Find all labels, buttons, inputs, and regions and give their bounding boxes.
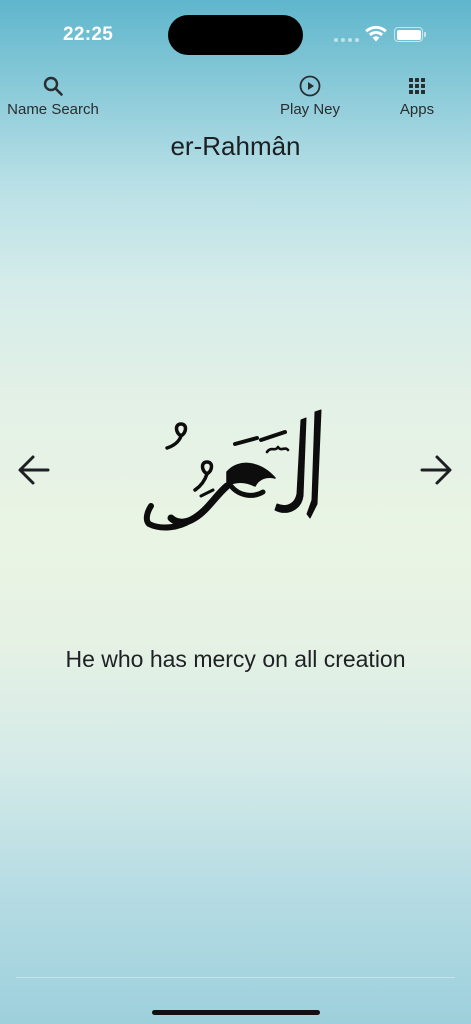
battery-icon xyxy=(394,27,427,42)
search-icon xyxy=(43,76,63,96)
apps-label: Apps xyxy=(399,101,435,118)
home-indicator[interactable] xyxy=(152,1010,320,1015)
dynamic-island xyxy=(168,15,303,55)
calligraphy-image xyxy=(143,409,322,531)
wifi-icon xyxy=(365,25,387,42)
play-ney-button[interactable]: Play Ney xyxy=(270,74,350,122)
play-circle-icon xyxy=(299,75,321,97)
bottom-divider xyxy=(16,977,455,978)
grid-icon xyxy=(409,78,425,94)
name-search-label: Name Search xyxy=(7,101,99,118)
page-title: er-Rahmân xyxy=(170,131,301,161)
apps-button[interactable]: Apps xyxy=(387,74,447,122)
name-search-button[interactable]: Name Search xyxy=(0,74,106,122)
play-ney-label: Play Ney xyxy=(279,101,341,118)
status-time: 22:25 xyxy=(63,24,114,45)
status-bar: 22:25 xyxy=(0,0,471,70)
cellular-signal-icon xyxy=(334,38,359,42)
arrow-left-icon[interactable] xyxy=(16,452,52,488)
name-meaning: He who has mercy on all creation xyxy=(65,646,406,672)
arrow-right-icon[interactable] xyxy=(418,452,454,488)
